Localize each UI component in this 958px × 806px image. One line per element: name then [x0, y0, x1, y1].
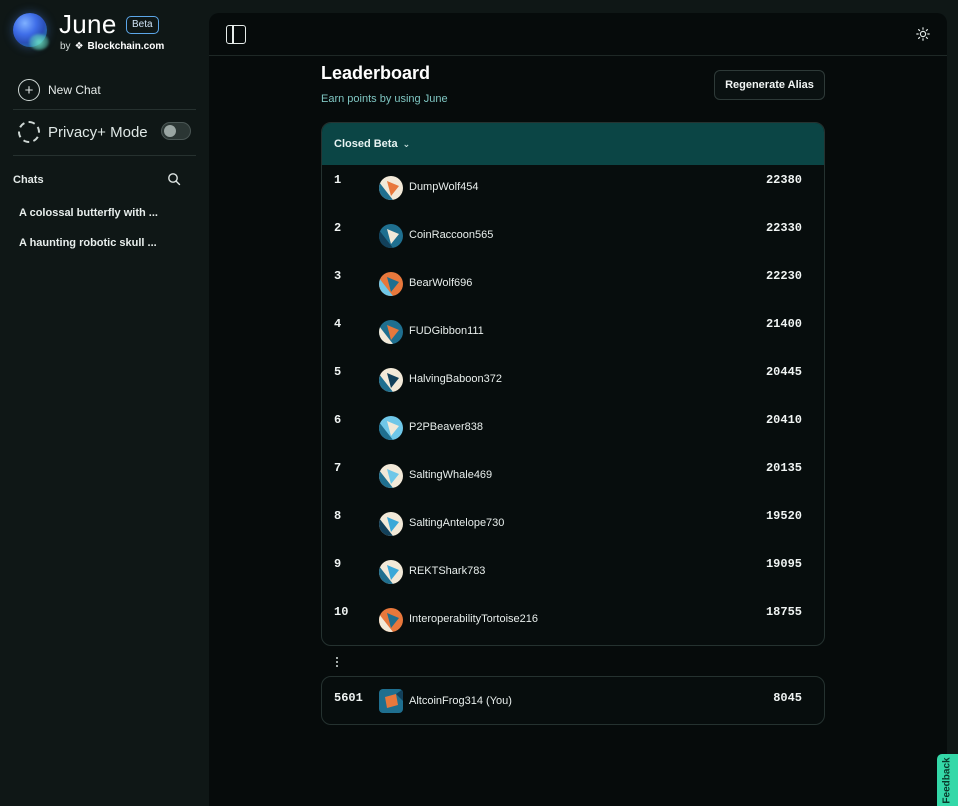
privacy-mode-toggle[interactable]	[161, 122, 191, 140]
privacy-mode-label: Privacy+ Mode	[48, 123, 148, 141]
alias: CoinRaccoon565	[409, 229, 494, 241]
page-title: Leaderboard	[321, 63, 431, 83]
table-row: 8 SaltingAntelope730 19520	[322, 501, 824, 549]
rank: 3	[334, 269, 342, 283]
rank: 5	[334, 365, 342, 379]
table-row: 6 P2PBeaver838 20410	[322, 405, 824, 453]
brand-company: Blockchain.com	[87, 41, 165, 52]
score: 19520	[765, 509, 802, 523]
privacy-dashed-circle-icon	[18, 121, 40, 143]
table-row: 3 BearWolf696 22230	[322, 261, 824, 309]
sidebar-divider	[13, 109, 196, 110]
sidebar-divider	[13, 155, 196, 156]
score: 19095	[765, 557, 802, 571]
plus-icon: +	[18, 79, 40, 101]
score: 20410	[765, 413, 802, 427]
rank: 1	[334, 173, 342, 187]
topbar-divider	[209, 55, 947, 56]
rank: 8	[334, 509, 342, 523]
avatar	[379, 224, 403, 248]
table-row: 5 HalvingBaboon372 20445	[322, 357, 824, 405]
new-chat-button[interactable]: + New Chat	[18, 79, 101, 101]
avatar	[379, 560, 403, 584]
chats-header: Chats	[13, 174, 44, 186]
rank: 2	[334, 221, 342, 235]
sidebar: June Beta by ❖ Blockchain.com + New Chat…	[0, 0, 208, 806]
filter-label: Closed Beta	[334, 138, 398, 150]
score: 21400	[765, 317, 802, 331]
alias: SaltingWhale469	[409, 469, 493, 481]
beta-badge: Beta	[126, 16, 159, 34]
leaderboard-filter-dropdown[interactable]: Closed Beta ⌄	[322, 123, 824, 165]
score: 22380	[765, 173, 802, 187]
table-row: 9 REKTShark783 19095	[322, 549, 824, 597]
sun-icon[interactable]	[916, 27, 930, 41]
score: 22330	[765, 221, 802, 235]
avatar	[379, 320, 403, 344]
feedback-button[interactable]: Feedback	[937, 754, 958, 806]
alias: FUDGibbon111	[409, 325, 484, 337]
brand-by-text: by	[60, 41, 71, 52]
avatar	[379, 416, 403, 440]
new-chat-label: New Chat	[48, 83, 101, 97]
rank: 9	[334, 557, 342, 571]
table-row: 2 CoinRaccoon565 22330	[322, 213, 824, 261]
avatar	[379, 464, 403, 488]
brand-byline: by ❖ Blockchain.com	[60, 41, 164, 52]
score: 20445	[765, 365, 802, 379]
avatar	[379, 608, 403, 632]
feedback-label: Feedback	[942, 756, 954, 804]
leaderboard-table: Closed Beta ⌄ 1 DumpWolf454 22380 2 CoinRacc…	[321, 122, 825, 646]
alias: SaltingAntelope730	[409, 517, 505, 529]
avatar	[379, 689, 403, 713]
rank: 10	[334, 605, 349, 619]
alias: HalvingBaboon372	[409, 373, 502, 385]
chat-item[interactable]: A haunting robotic skull ...	[19, 237, 157, 249]
table-row: 10 InteroperabilityTortoise216 18755	[322, 597, 824, 645]
avatar	[379, 512, 403, 536]
alias: P2PBeaver838	[409, 421, 483, 433]
brand-name: June	[59, 9, 117, 39]
alias: BearWolf696	[409, 277, 473, 289]
rank: 7	[334, 461, 342, 475]
regenerate-alias-button[interactable]: Regenerate Alias	[714, 70, 825, 100]
rank: 4	[334, 317, 342, 331]
alias: REKTShark783	[409, 565, 486, 577]
avatar	[379, 176, 403, 200]
alias: AltcoinFrog314 (You)	[409, 695, 512, 707]
main-panel: Leaderboard Earn points by using June Re…	[209, 13, 947, 806]
toggle-knob	[164, 125, 176, 137]
search-icon[interactable]	[167, 172, 181, 186]
table-row: 1 DumpWolf454 22380	[322, 165, 824, 213]
table-row: 4 FUDGibbon111 21400	[322, 309, 824, 357]
more-vertical-icon	[333, 654, 341, 668]
table-row: 7 SaltingWhale469 20135	[322, 453, 824, 501]
page-subtitle: Earn points by using June	[321, 93, 448, 105]
score: 22230	[765, 269, 802, 283]
current-user-row: 5601 AltcoinFrog314 (You) 8045	[321, 676, 825, 725]
sidebar-toggle-icon[interactable]	[226, 25, 246, 44]
score: 20135	[765, 461, 802, 475]
score: 8045	[773, 691, 802, 705]
alias: InteroperabilityTortoise216	[409, 613, 539, 625]
alias: DumpWolf454	[409, 181, 479, 193]
chat-item[interactable]: A colossal butterfly with ...	[19, 207, 158, 219]
brand[interactable]: June Beta by ❖ Blockchain.com	[13, 9, 203, 56]
chevron-down-icon: ⌄	[402, 138, 411, 149]
privacy-mode: Privacy+ Mode	[18, 121, 148, 143]
rank: 5601	[334, 691, 363, 705]
june-logo-icon	[13, 13, 47, 47]
avatar	[379, 368, 403, 392]
avatar	[379, 272, 403, 296]
blockchain-logo-icon: ❖	[74, 41, 84, 52]
rank: 6	[334, 413, 342, 427]
score: 18755	[765, 605, 802, 619]
